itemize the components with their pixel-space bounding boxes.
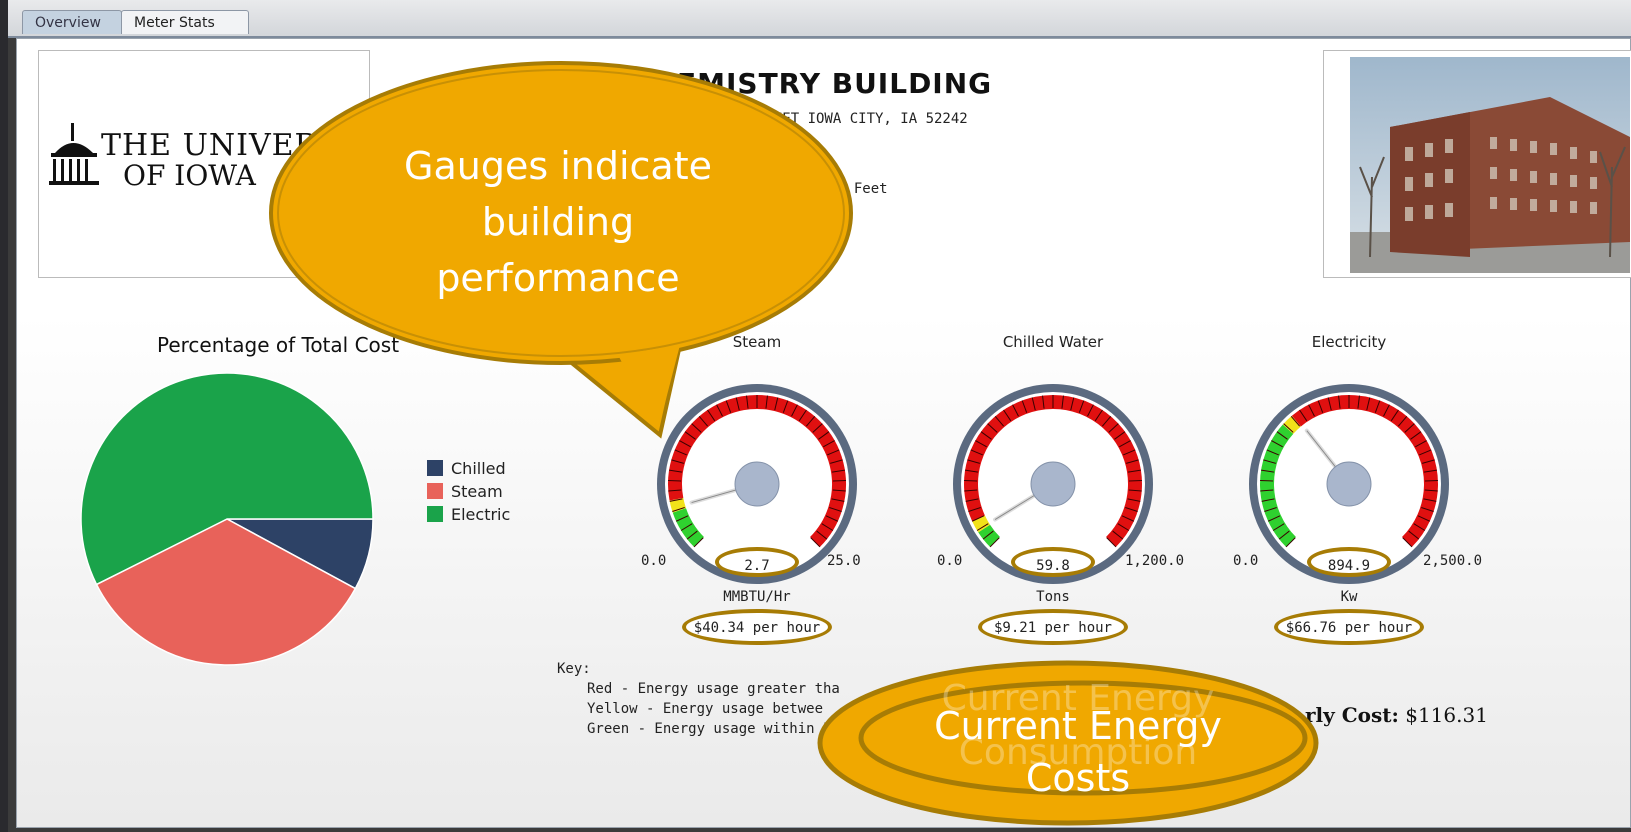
gauges-callout-text: Gauges indicate building performance [404,144,712,300]
callout-overlay [269,61,1319,826]
app-window: Overview Meter Stats THE UNIVER OF IOWA [8,0,1631,832]
costs-callout-text: Current Energy Costs [934,704,1222,800]
